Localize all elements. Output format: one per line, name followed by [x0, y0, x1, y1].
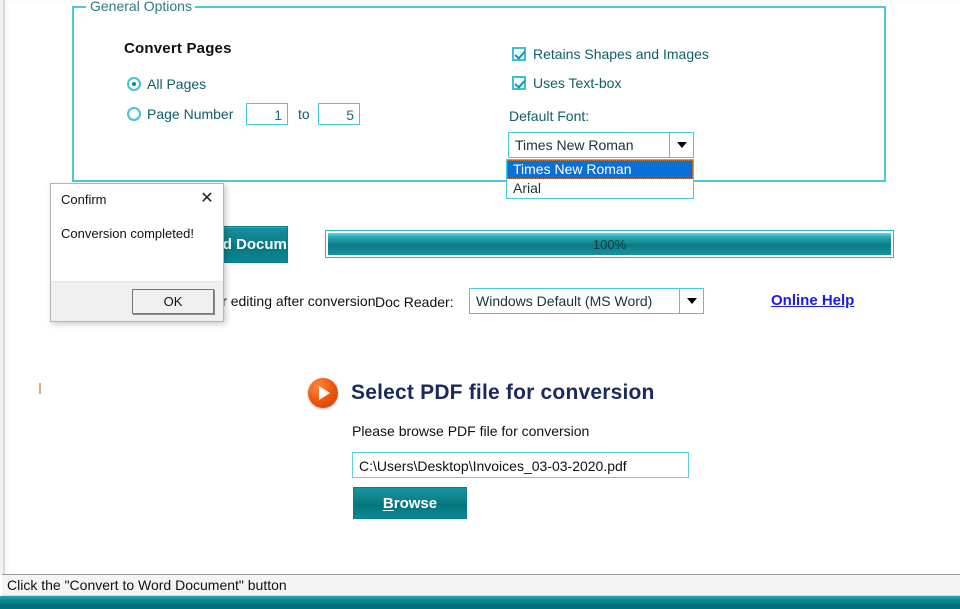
radio-all-pages[interactable]: All Pages [127, 76, 206, 92]
general-options-groupbox [72, 6, 886, 182]
groupbox-border-top-right [158, 6, 886, 8]
select-pdf-subtitle: Please browse PDF file for conversion [352, 423, 590, 439]
doc-reader-value: Windows Default (MS Word) [476, 293, 653, 309]
application-window: General Options Convert Pages All Pages … [0, 0, 960, 609]
pdf-path-input[interactable]: C:\Users\Desktop\Invoices_03-03-2020.pdf [352, 452, 689, 478]
dialog-body: Conversion completed! [51, 214, 223, 281]
checkbox-retains-shapes-and-images[interactable]: Retains Shapes and Images [512, 46, 709, 62]
page-to-input[interactable]: 5 [318, 103, 360, 125]
radio-all-pages-label: All Pages [147, 76, 207, 92]
chevron-down-icon[interactable] [679, 289, 703, 313]
default-font-label: Default Font: [509, 108, 590, 124]
status-bar: Click the "Convert to Word Document" but… [2, 574, 960, 596]
taskbar-strip [0, 596, 960, 609]
checkbox-uses-text-box-label: Uses Text-box [533, 75, 622, 91]
play-circle-icon [308, 378, 338, 408]
stray-mark [39, 383, 41, 394]
dropdown-option-times-new-roman[interactable]: Times New Roman [507, 160, 693, 179]
select-pdf-heading: Select PDF file for conversion [351, 381, 655, 404]
dropdown-option-arial[interactable]: Arial [507, 179, 693, 198]
page-range-to-label: to [298, 106, 310, 122]
progress-percent-label: 100% [592, 236, 627, 252]
ok-button[interactable]: OK [132, 289, 214, 314]
browse-button[interactable]: Browse [353, 487, 467, 519]
default-font-value: Times New Roman [515, 137, 634, 153]
browse-button-label: Browse [383, 495, 437, 512]
radio-page-number-indicator[interactable] [127, 107, 141, 121]
default-font-combobox[interactable]: Times New Roman [508, 132, 694, 158]
chevron-down-icon[interactable] [669, 133, 693, 157]
conversion-progress-bar: 100% [325, 230, 894, 258]
checkbox-uses-text-box[interactable]: Uses Text-box [512, 75, 621, 91]
convert-pages-title: Convert Pages [124, 40, 232, 57]
radio-page-number-label: Page Number [147, 106, 234, 122]
browse-accel-letter: B [382, 494, 394, 512]
dialog-message: Conversion completed! [61, 226, 194, 241]
dialog-title: Confirm [61, 191, 107, 207]
checkbox-retains-shapes-indicator[interactable] [512, 47, 526, 61]
dialog-titlebar: Confirm ✕ [51, 184, 223, 214]
dialog-footer: OK [51, 281, 223, 321]
checkbox-uses-text-box-indicator[interactable] [512, 76, 526, 90]
close-icon[interactable]: ✕ [195, 188, 219, 210]
doc-reader-combobox[interactable]: Windows Default (MS Word) [469, 288, 704, 314]
progress-bar-fill: 100% [328, 233, 891, 255]
doc-reader-label: Doc Reader: [375, 294, 454, 310]
browse-label-rest: rowse [393, 494, 438, 512]
online-help-link[interactable]: Online Help [771, 292, 854, 309]
groupbox-border-top-left [72, 6, 86, 8]
default-font-dropdown-list[interactable]: Times New Roman Arial [506, 159, 694, 199]
confirm-dialog: Confirm ✕ Conversion completed! OK [50, 183, 224, 322]
radio-all-pages-indicator[interactable] [127, 77, 141, 91]
radio-page-number[interactable]: Page Number [127, 106, 233, 122]
window-left-border [0, 0, 9, 575]
general-options-legend: General Options [87, 0, 195, 14]
status-bar-text: Click the "Convert to Word Document" but… [7, 577, 287, 593]
page-from-input[interactable]: 1 [246, 103, 288, 125]
checkbox-retains-shapes-label: Retains Shapes and Images [533, 46, 709, 62]
